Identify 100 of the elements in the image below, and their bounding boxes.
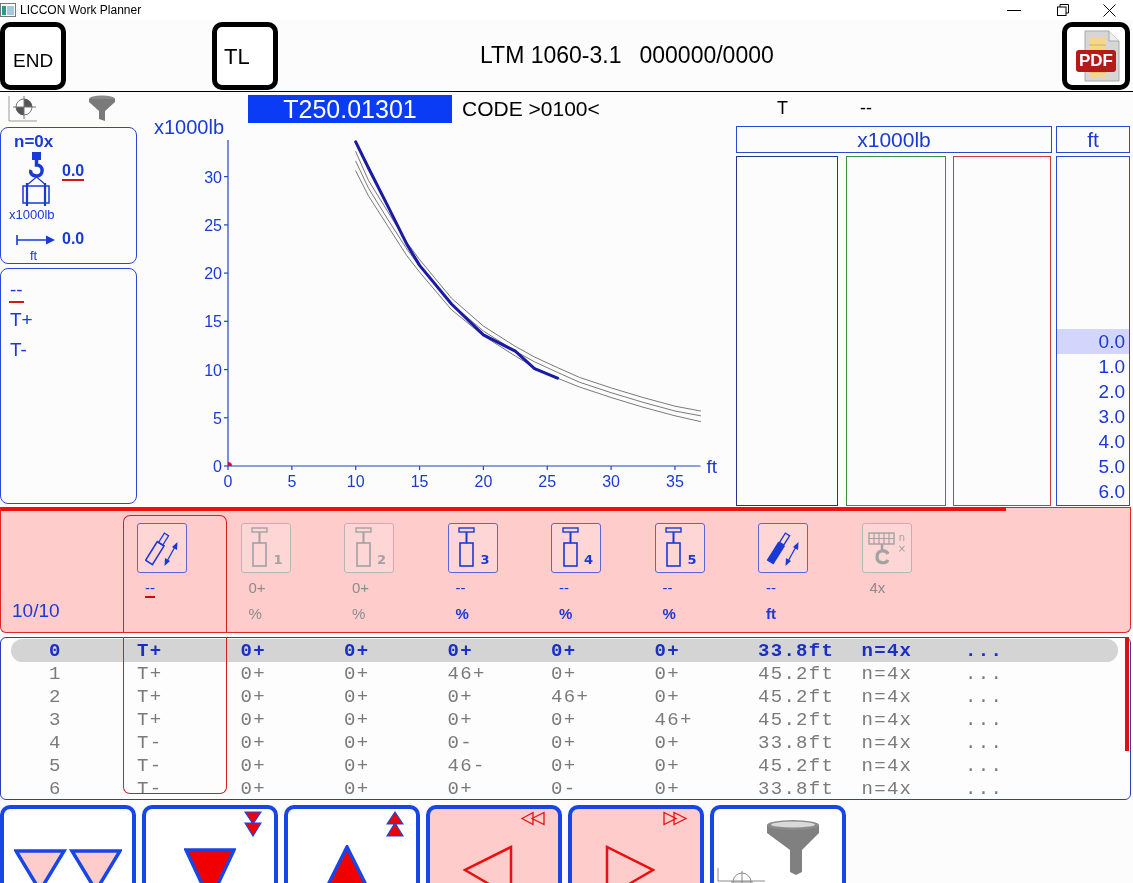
column-value: -- [860, 98, 872, 119]
funnel-icon[interactable] [88, 95, 116, 122]
table-cell-text: n=4x [860, 732, 914, 753]
table-cell-text: 0+ [239, 640, 267, 661]
table-cell-text: 0+ [446, 778, 474, 799]
table-cell-text: 0+ [239, 709, 267, 730]
tick-label: 30 [204, 168, 222, 186]
reeving-label: n=0x [14, 133, 54, 151]
hook-block-icon [866, 531, 897, 567]
section-button[interactable]: 4 [551, 523, 601, 573]
radius-item[interactable]: 4.0 [1057, 429, 1129, 454]
maximize-icon[interactable] [1057, 4, 1069, 16]
table-cell-text: n=4x [860, 640, 914, 661]
tick-label: 0 [223, 473, 233, 490]
section-button[interactable]: 3 [447, 523, 498, 573]
axis-title: x1000lb [154, 117, 225, 138]
table-cell-text: T- [136, 732, 164, 753]
raise-button[interactable] [284, 805, 420, 883]
step-counter: 10/10 [12, 600, 60, 622]
mode-option[interactable]: T+ [9, 309, 34, 333]
tick-label: 0 [213, 458, 222, 475]
table-cell-text: 0+ [653, 686, 681, 707]
section-button[interactable]: 5 [654, 523, 705, 573]
table-cell-text: n=4x [860, 686, 914, 707]
close-icon[interactable] [1103, 3, 1116, 17]
table-cell-text: 0- [446, 732, 474, 753]
selected-row-highlight[interactable]: 0 T+ 0+ 0+ 0+ 0+ 0+ 33.8ft n=4x ... [11, 639, 1118, 662]
table-cell-text: ... [964, 755, 1005, 776]
table-cell-text: T+ [136, 663, 164, 684]
tool-button[interactable]: TL [212, 22, 278, 90]
pdf-button[interactable]: PDF [1062, 22, 1130, 90]
tick-label: 5 [287, 473, 297, 490]
filter-button[interactable] [710, 805, 846, 883]
two-triangles-down-icon [14, 849, 122, 883]
radius-unit-header: ft [1056, 126, 1130, 153]
tick-label: 10 [204, 361, 222, 379]
row-index: 1 [48, 663, 63, 684]
table-cell-text: ... [964, 640, 1005, 661]
tick-label: 10 [346, 473, 365, 490]
radius-value[interactable]: 0.0 [62, 230, 85, 249]
unit-label: x1000lb [9, 208, 55, 222]
radius-item[interactable]: 3.0 [1057, 404, 1129, 429]
section-button[interactable] [758, 523, 808, 573]
table-cell-text: n=4x [860, 709, 914, 730]
section-value: -- [145, 579, 155, 598]
section-value: -- [455, 579, 466, 598]
table-cell-text: ... [964, 732, 1005, 753]
load-value[interactable]: 0.0 [62, 162, 85, 181]
radius-item[interactable]: 0.0 [1057, 329, 1129, 354]
section-value: 0+ [352, 579, 370, 598]
crosshair-icon [715, 866, 765, 883]
filled-cylinder-icon [766, 529, 800, 567]
table-cell-text: 33.8ft [757, 778, 836, 799]
table-cell-text: 0+ [239, 663, 267, 684]
table-cell-text: T- [136, 755, 164, 776]
double-triangle-up-icon [386, 811, 404, 837]
lower-all-button[interactable] [0, 805, 136, 883]
previous-button[interactable] [426, 805, 562, 883]
table-cell-text: 0+ [446, 709, 474, 730]
section-value: -- [559, 579, 569, 598]
end-button[interactable]: END [0, 22, 66, 90]
table-cell-text: 45.2ft [757, 686, 836, 707]
mode-option[interactable]: T- [9, 339, 28, 363]
double-triangle-down-icon [244, 811, 262, 837]
table-cell-text: 0+ [343, 732, 371, 753]
mode-option[interactable]: -- [9, 279, 24, 303]
table-cell-text: T+ [136, 640, 164, 661]
target-icon[interactable] [8, 95, 38, 122]
unit-label: % [455, 605, 469, 622]
model-name: LTM 1060-3.1 [480, 42, 622, 69]
table-cell-text: 0+ [550, 640, 578, 661]
load-unit-header: x1000lb [736, 126, 1052, 153]
table-cell-text: 0+ [239, 686, 267, 707]
arrow-right-icon [16, 233, 56, 246]
radius-item[interactable]: 5.0 [1057, 454, 1129, 479]
axis-title: ft [706, 456, 718, 477]
triangle-right-icon [605, 845, 655, 883]
funnel-icon [765, 818, 821, 876]
table-cell-text: 0+ [653, 732, 681, 753]
row-index: 5 [48, 755, 63, 776]
double-triangle-left-icon [520, 811, 546, 826]
radius-item[interactable]: 2.0 [1057, 379, 1129, 404]
code-label: CODE >0100< [462, 97, 600, 121]
scrollbar-thumb[interactable] [1125, 637, 1129, 751]
table-cell-text: ... [964, 686, 1005, 707]
lower-button[interactable] [142, 805, 278, 883]
table-cell-text: 0+ [239, 778, 267, 799]
next-button[interactable] [568, 805, 704, 883]
radius-item[interactable]: 6.0 [1057, 479, 1129, 504]
triangle-left-icon [463, 845, 513, 883]
table-cell-text: 46+ [446, 663, 487, 684]
table-cell-text: T+ [136, 709, 164, 730]
tick-label: 5 [213, 409, 222, 427]
section-value: 0+ [248, 579, 266, 598]
unit-label: ft [30, 249, 38, 263]
table-cell-text: 0+ [343, 755, 371, 776]
tick-label: 25 [538, 473, 557, 490]
radius-item[interactable]: 1.0 [1057, 354, 1129, 379]
section-button[interactable] [137, 523, 187, 573]
row-index: 0 [48, 640, 63, 661]
